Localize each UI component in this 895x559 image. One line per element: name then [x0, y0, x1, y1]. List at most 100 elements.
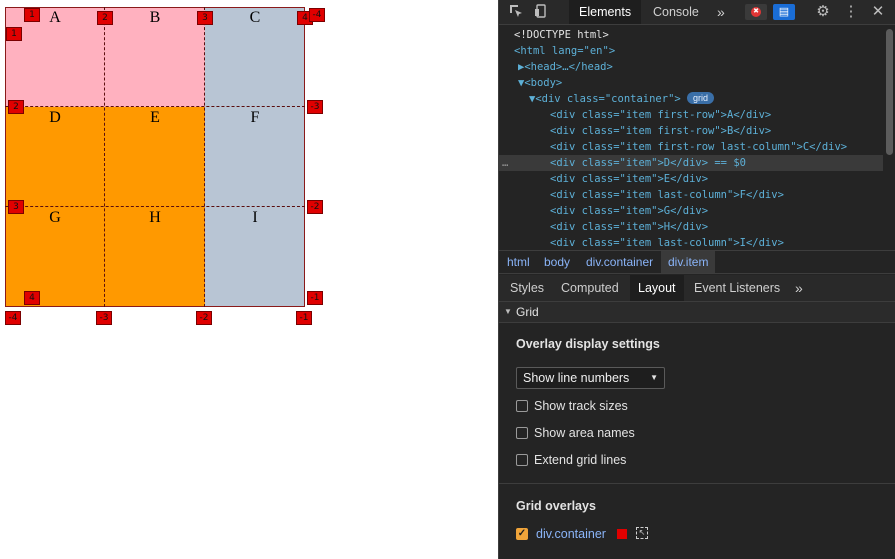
line-number-badge: 2 [8, 100, 24, 114]
grid-badge[interactable]: grid [687, 92, 715, 104]
dom-node-text: <html lang="en"> [514, 45, 616, 57]
dom-node-selected[interactable]: … <div class="item">D</div> == $0 [499, 155, 883, 171]
show-track-sizes-label: Show track sizes [534, 399, 628, 413]
message-icon[interactable]: ▤ [773, 4, 795, 20]
error-icon: ✖ [751, 7, 761, 17]
highlight-element-icon[interactable]: ↖ [636, 527, 648, 539]
dom-node-text: ▶<head>…</head> [518, 61, 613, 73]
line-number-badge: 1 [6, 27, 22, 41]
dom-node[interactable]: ▼<body> [499, 75, 883, 91]
close-icon[interactable]: ✕ [870, 4, 886, 20]
overlay-color-swatch[interactable] [617, 529, 627, 539]
dom-node-text: <div class="item first-row last-column">… [550, 141, 848, 153]
show-area-names-label: Show area names [534, 426, 635, 440]
line-number-badge: -4 [309, 8, 325, 22]
devtools-panel: Elements Console » ✖ ▤ ⚙ ⋮ ✕ <!DOCTYPE h… [498, 0, 895, 559]
grid-container: A B C D E F G H I [5, 7, 305, 307]
line-number-badge: -2 [307, 200, 323, 214]
dom-node[interactable]: <!DOCTYPE html> [499, 27, 883, 43]
grid-section-header[interactable]: ▼ Grid [499, 302, 895, 323]
chevron-down-icon: ▼ [650, 373, 658, 382]
dom-node-text: ▼<body> [518, 77, 563, 89]
dom-node[interactable]: ▼<div class="container"> grid [499, 91, 883, 107]
dom-node-text: <div class="item">H</div> [550, 221, 709, 233]
grid-item-h: H [105, 207, 205, 307]
dom-node[interactable]: <div class="item">G</div> [499, 203, 883, 219]
line-number-badge: -2 [196, 311, 212, 325]
line-number-badge: -1 [296, 311, 312, 325]
tab-computed[interactable]: Computed [553, 275, 627, 301]
dom-node[interactable]: <div class="item first-row">B</div> [499, 123, 883, 139]
line-number-badge: 3 [197, 11, 213, 25]
error-count-badge[interactable]: ✖ [745, 4, 767, 20]
tab-event-listeners[interactable]: Event Listeners [686, 275, 788, 301]
dom-node-text: <div class="item">D</div> == $0 [550, 157, 746, 169]
dom-node-text: ▼<div class="container"> [529, 93, 681, 105]
inspect-element-icon[interactable] [508, 4, 524, 20]
grid-section-title: Grid [516, 305, 539, 319]
tab-elements[interactable]: Elements [569, 0, 642, 24]
overlay-element-name[interactable]: div.container [536, 526, 606, 542]
dom-node[interactable]: <html lang="en"> [499, 43, 883, 59]
dom-node-text: <div class="item first-row">B</div> [550, 125, 772, 137]
dom-node[interactable]: <div class="item first-row last-column">… [499, 139, 883, 155]
line-number-badge: 2 [97, 11, 113, 25]
devtools-toolbar: Elements Console » ✖ ▤ ⚙ ⋮ ✕ [499, 0, 895, 25]
grid-overlays-title: Grid overlays [516, 499, 596, 513]
line-numbers-select[interactable]: Show line numbers ▼ [516, 367, 665, 389]
ellipsis-icon: … [502, 157, 509, 169]
grid-item-f: F [205, 107, 305, 207]
breadcrumb-body[interactable]: body [537, 251, 577, 273]
extend-grid-lines-label: Extend grid lines [534, 453, 627, 467]
show-area-names-checkbox[interactable] [516, 427, 528, 439]
extend-grid-lines-checkbox[interactable] [516, 454, 528, 466]
grid-item-d: D [5, 107, 105, 207]
triangle-down-icon: ▼ [504, 307, 512, 316]
breadcrumb-div-item[interactable]: div.item [661, 251, 716, 273]
section-divider [499, 483, 895, 484]
select-value: Show line numbers [523, 371, 630, 385]
more-subtabs-icon[interactable]: » [787, 275, 811, 301]
line-number-badge: -3 [96, 311, 112, 325]
line-number-badge: 1 [24, 8, 40, 22]
dom-tree: <!DOCTYPE html> <html lang="en"> ▶<head>… [499, 25, 883, 250]
dom-node-text: <div class="item first-row">A</div> [550, 109, 772, 121]
dom-node[interactable]: <div class="item last-column">F</div> [499, 187, 883, 203]
grid-item-e: E [105, 107, 205, 207]
overlay-settings-title: Overlay display settings [516, 337, 660, 351]
dom-node-text: <!DOCTYPE html> [514, 29, 609, 41]
tab-layout[interactable]: Layout [630, 275, 684, 301]
more-tabs-icon[interactable]: » [707, 0, 735, 24]
line-number-badge: 3 [8, 200, 24, 214]
scroll-thumb[interactable] [886, 29, 893, 155]
kebab-menu-icon[interactable]: ⋮ [843, 4, 859, 20]
line-number-badge: -3 [307, 100, 323, 114]
dom-node[interactable]: <div class="item">H</div> [499, 219, 883, 235]
sidebar-tabs: Styles Computed Layout Event Listeners » [499, 275, 895, 302]
breadcrumb-html[interactable]: html [500, 251, 537, 273]
gear-icon[interactable]: ⚙ [815, 4, 831, 20]
dom-scrollbar[interactable] [883, 25, 895, 250]
grid-item-c: C [205, 7, 305, 107]
breadcrumb-div-container[interactable]: div.container [579, 251, 660, 273]
dom-node-text: <div class="item">G</div> [550, 205, 709, 217]
breadcrumb: html body div.container div.item [499, 250, 895, 274]
dom-node-text: <div class="item last-column">I</div> [550, 237, 784, 249]
grid-item-a: A [5, 7, 105, 107]
tab-styles[interactable]: Styles [502, 275, 552, 301]
device-toolbar-icon[interactable] [533, 4, 549, 20]
line-number-badge: 4 [24, 291, 40, 305]
grid-item-i: I [205, 207, 305, 307]
show-track-sizes-checkbox[interactable] [516, 400, 528, 412]
tab-console[interactable]: Console [643, 0, 709, 24]
grid-item-g: G [5, 207, 105, 307]
overlay-checkbox-checked[interactable]: ✓ [516, 528, 528, 540]
dom-node[interactable]: <div class="item">E</div> [499, 171, 883, 187]
dom-node[interactable]: <div class="item last-column">I</div> [499, 235, 883, 250]
line-number-badge: -4 [5, 311, 21, 325]
grid-item-b: B [105, 7, 205, 107]
page-preview: A B C D E F G H I 1 2 3 4 -4 1 2 3 -3 -2… [0, 0, 498, 559]
dom-node[interactable]: <div class="item first-row">A</div> [499, 107, 883, 123]
dom-node[interactable]: ▶<head>…</head> [499, 59, 883, 75]
dom-node-text: <div class="item last-column">F</div> [550, 189, 784, 201]
